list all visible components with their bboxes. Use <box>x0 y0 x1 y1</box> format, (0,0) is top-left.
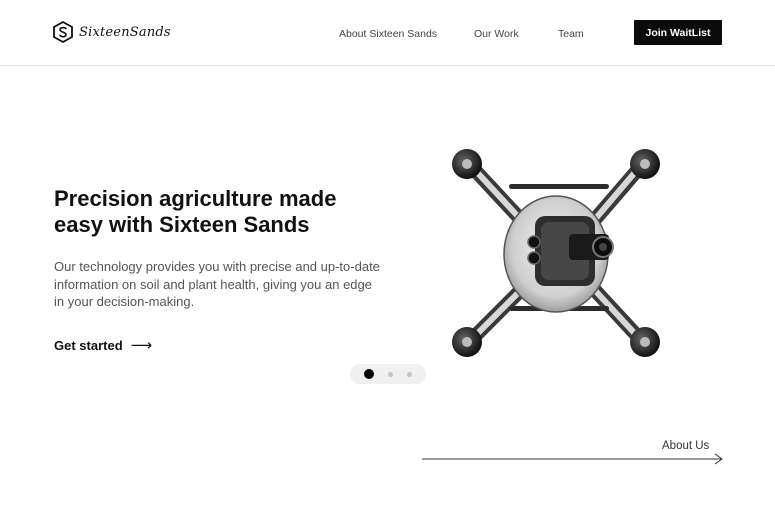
get-started-link[interactable]: Get started ⟶ <box>54 336 152 354</box>
carousel-dot-2[interactable] <box>388 371 393 377</box>
hero-title: Precision agriculture made easy with Six… <box>54 186 337 237</box>
logo[interactable]: SixteenSands <box>53 21 171 43</box>
hexagon-logo-icon <box>53 21 73 43</box>
about-us-link[interactable]: About Us <box>662 440 709 452</box>
nav-link-our-work[interactable]: Our Work <box>474 28 519 40</box>
carousel-indicator <box>350 364 426 384</box>
get-started-label: Get started <box>54 337 123 353</box>
drone-image <box>452 149 660 357</box>
join-waitlist-button[interactable]: Join WaitList <box>634 20 722 45</box>
nav-link-about[interactable]: About Sixteen Sands <box>339 28 437 40</box>
nav-link-team[interactable]: Team <box>558 28 584 40</box>
site-header: SixteenSands About Sixteen Sands Our Wor… <box>0 0 775 66</box>
arrow-right-icon: ⟶ <box>130 337 153 354</box>
hero-subtitle: Our technology provides you with precise… <box>54 259 380 309</box>
carousel-dot-3[interactable] <box>407 371 412 377</box>
logo-text: SixteenSands <box>79 24 171 40</box>
carousel-dot-1[interactable] <box>364 369 374 379</box>
arrow-right-icon <box>422 453 723 465</box>
